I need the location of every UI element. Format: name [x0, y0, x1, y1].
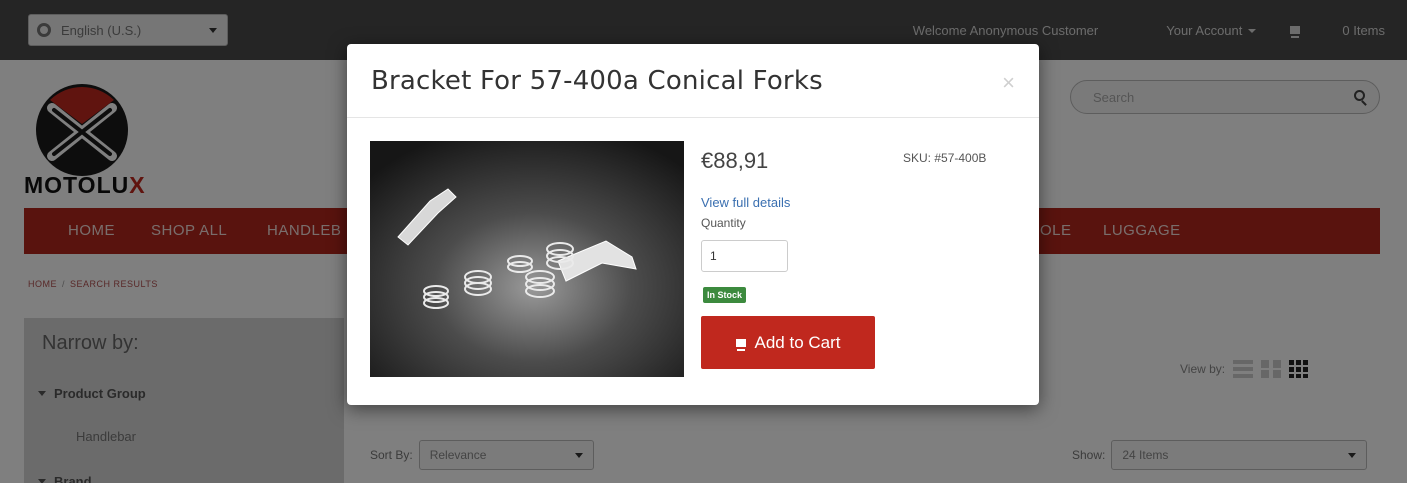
add-to-cart-label: Add to Cart [754, 332, 841, 352]
modal-title: Bracket For 57-400a Conical Forks [371, 66, 823, 96]
product-sku: SKU: #57-400B [903, 151, 987, 165]
product-image [370, 141, 684, 377]
quantity-input[interactable] [701, 240, 788, 272]
close-icon[interactable]: × [1002, 70, 1015, 96]
add-to-cart-button[interactable]: Add to Cart [701, 316, 875, 369]
view-full-details-link[interactable]: View full details [701, 195, 790, 210]
modal-header: Bracket For 57-400a Conical Forks × [347, 44, 1039, 118]
cart-icon [735, 338, 746, 351]
quick-view-modal: Bracket For 57-400a Conical Forks × €88,… [347, 44, 1039, 405]
product-price: €88,91 [701, 148, 769, 173]
stock-badge: In Stock [703, 287, 747, 303]
quantity-label: Quantity [701, 216, 746, 230]
